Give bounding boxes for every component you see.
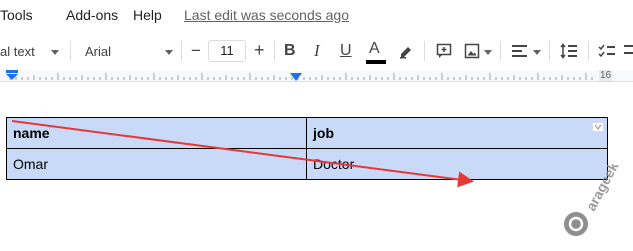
- watermark-text: arageek: [583, 164, 622, 213]
- annotation-arrow: [11, 120, 474, 188]
- arageek-watermark: arageek: [552, 159, 632, 246]
- arageek-logo-icon: arageek: [564, 159, 622, 236]
